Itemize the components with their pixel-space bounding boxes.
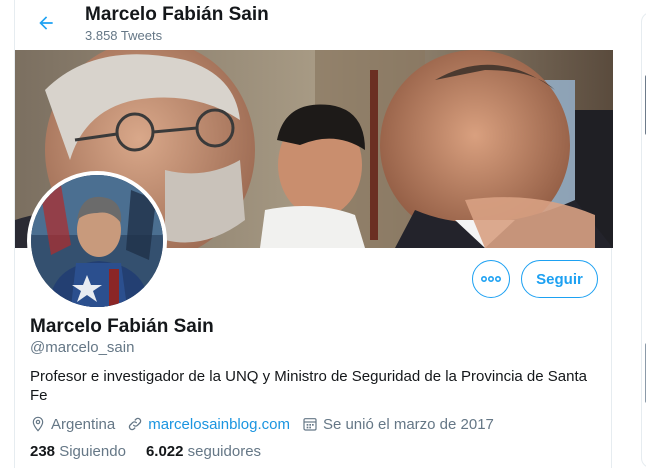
location-text: Argentina xyxy=(51,415,116,433)
more-options-button[interactable] xyxy=(472,260,510,298)
profile-name: Marcelo Fabián Sain xyxy=(30,316,214,337)
website-item[interactable]: marcelosainblog.com xyxy=(127,416,290,433)
followers-count: 6.022 xyxy=(145,443,184,460)
following-link[interactable]: 238 Siguiendo xyxy=(30,443,126,460)
profile-meta: Argentina marcelosainblog.com Se unió el… xyxy=(30,414,506,434)
following-label: Siguiendo xyxy=(59,443,126,460)
profile-bio: Profesor e investigador de la UNQ y Mini… xyxy=(30,368,587,404)
avatar[interactable] xyxy=(27,171,167,311)
header-title: Marcelo Fabián Sain xyxy=(85,4,269,25)
followers-link[interactable]: 6.022 seguidores xyxy=(146,443,261,460)
joined-text: Se unió el marzo de 2017 xyxy=(322,415,494,433)
followers-label: seguidores xyxy=(187,443,262,460)
joined-item: Se unió el marzo de 2017 xyxy=(302,416,494,433)
back-button[interactable] xyxy=(31,8,61,38)
avatar-image xyxy=(31,175,163,307)
arrow-left-icon xyxy=(39,16,53,30)
follow-button[interactable]: Seguir xyxy=(521,260,598,298)
profile-header: Marcelo Fabián Sain 3.858 Tweets xyxy=(15,0,613,50)
profile-handle: @marcelo_sain xyxy=(30,339,135,356)
more-dots-icon xyxy=(481,276,501,282)
website-link[interactable]: marcelosainblog.com xyxy=(148,416,290,433)
following-count: 238 xyxy=(30,443,56,460)
link-icon xyxy=(128,417,142,431)
calendar-icon xyxy=(303,418,317,431)
location-item: Argentina xyxy=(30,416,115,433)
profile-column: Marcelo Fabián Sain 3.858 Tweets Seguir … xyxy=(14,0,613,468)
sidebar-card xyxy=(641,12,646,468)
profile-stats: 238 Siguiendo 6.022 seguidores xyxy=(30,443,281,460)
tweet-count: 3.858 Tweets xyxy=(85,28,163,43)
location-pin-icon xyxy=(32,416,44,432)
